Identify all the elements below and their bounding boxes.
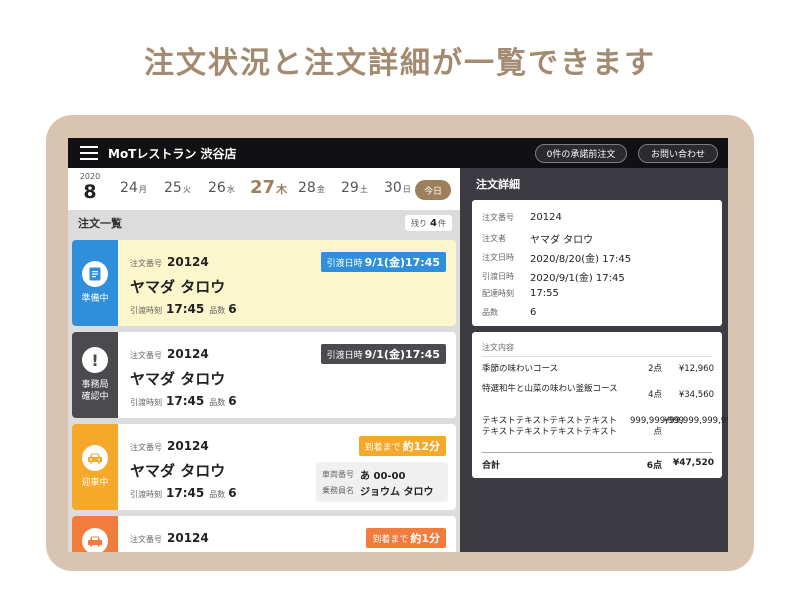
day-25[interactable]: 25火	[164, 180, 191, 196]
today-button[interactable]: 今日	[415, 180, 451, 200]
page-headline: 注文状況と注文詳細が一覧できます	[144, 46, 656, 81]
info-row-delivery-time: 配達時刻 17:55	[482, 288, 559, 299]
pending-orders-button[interactable]: 0件の承諾前注文	[535, 144, 627, 163]
handover-datetime-tag: 引渡日時 9/1(金)17:45	[320, 344, 446, 364]
day-24[interactable]: 24月	[120, 180, 147, 196]
contact-button[interactable]: お問い合わせ	[638, 144, 718, 163]
order-number: 注文番号 20124	[130, 531, 209, 545]
vehicle-info: 車両番号あ 00-00 乗務員名 ジョウム タロウ	[316, 462, 448, 502]
order-card-preparing[interactable]: 準備中 注文番号 20124 ヤマダ タロウ 引渡時刻 17:45 品数 6 引渡日時 9…	[72, 240, 456, 326]
current-year: 2020	[79, 172, 101, 181]
divider	[482, 452, 712, 453]
order-list: 準備中 注文番号 20124 ヤマダ タロウ 引渡時刻 17:45 品数 6 引渡日時 9…	[68, 236, 460, 552]
order-info-card: 注文番号 20124 注文者 ヤマダ タロウ 注文日時 2020/8/20(金) 17…	[472, 200, 722, 326]
handover-datetime-tag: 引渡日時 9/1(金)17:45	[320, 252, 446, 272]
pickup-info: 引渡時刻 17:45 品数 6	[130, 302, 237, 316]
order-card-checking[interactable]: ! 事務局 確認中 注文番号 20124 ヤマダ タロウ 引渡時刻 17:45 品数 6 …	[72, 332, 456, 418]
day-30[interactable]: 30日	[384, 180, 411, 196]
pickup-info: 引渡時刻 17:45 品数 6	[130, 486, 237, 500]
remaining-count-badge: 残り 4 件	[405, 215, 452, 231]
order-number: 注文番号 20124	[130, 439, 209, 453]
hamburger-icon[interactable]	[80, 146, 98, 160]
order-list-header: 注文一覧 残り 4 件	[68, 210, 460, 236]
day-26[interactable]: 26水	[208, 180, 235, 196]
tablet-screen: MoTレストラン 渋谷店 0件の承諾前注文 お問い合わせ 2020 8 24月 …	[68, 138, 728, 552]
day-27-selected[interactable]: 27木	[250, 177, 287, 198]
day-29[interactable]: 29土	[341, 180, 368, 196]
customer-name: ヤマダ タロウ	[130, 370, 226, 388]
store-name: MoTレストラン 渋谷店	[108, 146, 237, 161]
current-month: 8	[83, 181, 97, 203]
info-row-order-datetime: 注文日時 2020/8/20(金) 17:45	[482, 253, 632, 265]
info-row-handover-datetime: 引渡日時 2020/9/1(金) 17:45	[482, 272, 625, 284]
order-card-arriving[interactable]: 注文番号 20124 到着まで 約1分	[72, 516, 456, 552]
divider	[482, 356, 712, 357]
info-row-order-no: 注文番号 20124	[482, 212, 562, 223]
customer-name: ヤマダ タロウ	[130, 278, 226, 296]
order-detail-panel: 注文詳細 注文番号 20124 注文者 ヤマダ タロウ 注文日時 2020/8/20(…	[466, 168, 728, 552]
order-card-pickup[interactable]: 迎車中 注文番号 20124 ヤマダ タロウ 引渡時刻 17:45 品数 6 到着まで約…	[72, 424, 456, 510]
status-badge-preparing: 準備中	[72, 240, 118, 326]
status-badge-pickup: 迎車中	[72, 424, 118, 510]
car-icon	[82, 445, 108, 471]
pickup-info: 引渡時刻 17:45 品数 6	[130, 394, 237, 408]
order-list-title: 注文一覧	[78, 217, 122, 230]
order-items-title: 注文内容	[482, 343, 514, 352]
order-items-card: 注文内容 季節の味わいコース 2点 ¥12,960 特選和牛と山菜の味わい釜飯コース…	[472, 332, 728, 478]
arrival-eta-tag: 到着まで 約1分	[366, 528, 446, 548]
day-28[interactable]: 28金	[298, 180, 325, 196]
status-badge-checking: ! 事務局 確認中	[72, 332, 118, 418]
date-bar: 2020 8 24月 25火 26水 27木 28金 29土 30日 今日	[68, 168, 460, 210]
order-detail-title: 注文詳細	[476, 178, 520, 191]
top-bar: MoTレストラン 渋谷店 0件の承諾前注文 お問い合わせ	[68, 138, 728, 168]
info-row-quantity: 品数 6	[482, 307, 537, 318]
info-row-orderer: 注文者 ヤマダ タロウ	[482, 234, 594, 246]
order-number: 注文番号 20124	[130, 255, 209, 269]
order-number: 注文番号 20124	[130, 347, 209, 361]
document-icon	[82, 261, 108, 287]
order-total: 合計 6点 ¥47,520	[482, 458, 714, 471]
car-icon	[82, 528, 108, 552]
status-badge-arriving	[72, 516, 118, 552]
arrival-eta-tag: 到着まで 約12分	[358, 436, 446, 456]
exclamation-icon: !	[82, 347, 108, 373]
customer-name: ヤマダ タロウ	[130, 462, 226, 480]
